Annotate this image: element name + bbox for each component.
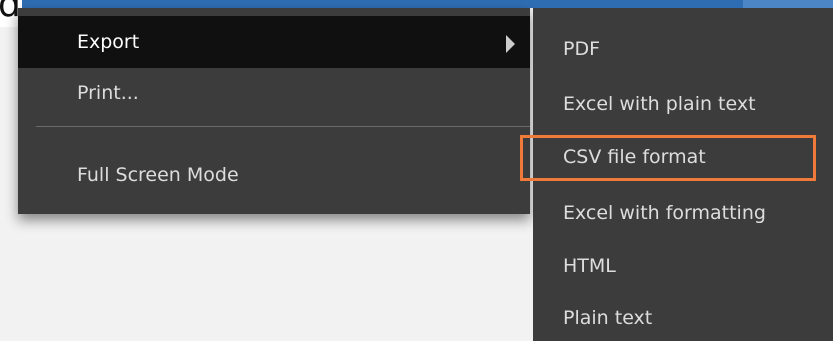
menu-item-export[interactable]: Export	[18, 16, 530, 68]
submenu-item-html[interactable]: HTML	[533, 241, 833, 291]
submenu-item-label: PDF	[563, 38, 601, 60]
submenu-item-pdf[interactable]: PDF	[533, 24, 833, 74]
submenu-item-plain-text[interactable]: Plain text	[533, 293, 833, 343]
menu-item-label: Export	[77, 31, 140, 53]
csv-highlight-annotation	[520, 135, 816, 181]
submenu-item-label: Excel with formatting	[563, 202, 766, 224]
title-bar	[0, 0, 833, 8]
submenu-item-label: Excel with plain text	[563, 93, 756, 115]
menu-item-print[interactable]: Print...	[18, 68, 530, 118]
context-menu: Export Print... Full Screen Mode	[18, 8, 530, 214]
submenu-item-label: Plain text	[563, 307, 653, 329]
submenu-arrow-icon	[506, 35, 515, 53]
submenu-item-excel-plain-text[interactable]: Excel with plain text	[533, 79, 833, 129]
title-bar-controls	[743, 0, 833, 8]
submenu-item-excel-formatting[interactable]: Excel with formatting	[533, 188, 833, 238]
submenu-item-label: HTML	[563, 255, 616, 277]
menu-item-label: Print...	[77, 82, 139, 104]
menu-divider	[36, 126, 530, 127]
menu-item-label: Full Screen Mode	[77, 164, 239, 186]
menu-item-full-screen-mode[interactable]: Full Screen Mode	[18, 142, 530, 208]
